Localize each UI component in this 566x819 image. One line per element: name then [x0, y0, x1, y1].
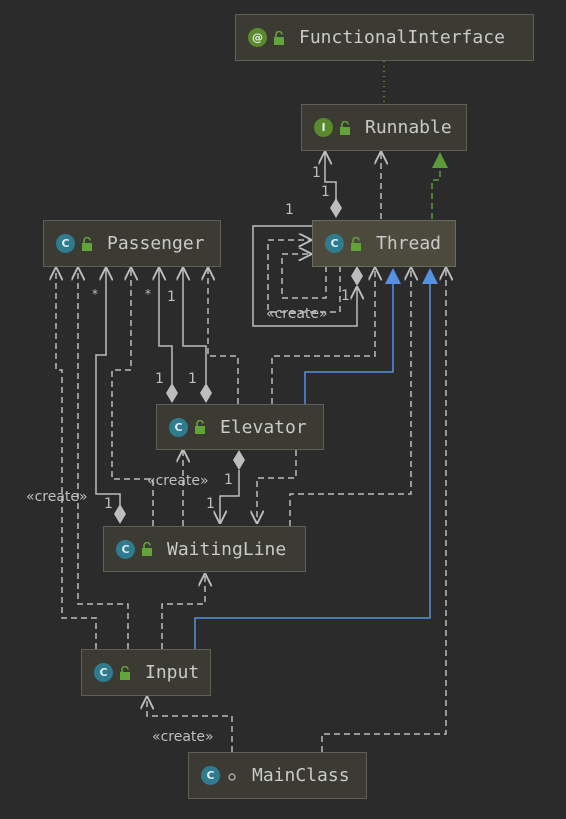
edge-input-passenger-dep-b — [78, 267, 129, 649]
unlocked-icon — [82, 236, 92, 251]
diamond-thread-self — [351, 266, 363, 286]
multiplicity-label: 1 — [188, 371, 197, 387]
node-passenger[interactable]: C Passenger — [43, 220, 221, 267]
edge-elevator-passenger-dep — [208, 267, 239, 404]
multiplicity-label: 1 — [224, 472, 233, 488]
interface-icon: I — [314, 118, 333, 137]
edge-elevator-passenger-a — [159, 267, 173, 384]
node-name: Thread — [376, 233, 442, 254]
edge-mainclass-thread-dep — [321, 267, 446, 752]
node-runnable[interactable]: I Runnable — [301, 104, 467, 151]
arrowhead-input-thread — [422, 268, 438, 284]
node-main-class[interactable]: C MainClass — [188, 752, 367, 799]
node-name: Passenger — [107, 233, 205, 254]
multiplicity-label: 1 — [312, 165, 321, 181]
diamond-waitingline-passenger — [114, 504, 126, 524]
main-class-icon: C — [201, 766, 220, 785]
unlocked-icon — [195, 420, 205, 434]
edge-thread-implements-runnable — [431, 168, 441, 219]
multiplicity-label: 1 — [104, 496, 113, 512]
diamond-elevator-passenger-b — [200, 383, 212, 403]
node-elevator[interactable]: C Elevator — [156, 404, 324, 450]
node-functional-interface[interactable]: @ FunctionalInterface — [235, 14, 534, 61]
node-name: Elevator — [220, 416, 307, 438]
create-label: «create» — [26, 489, 88, 505]
class-icon: C — [169, 417, 188, 437]
class-icon: C — [94, 663, 113, 682]
diamond-elevator-passenger-a — [166, 383, 178, 403]
edge-input-waitingline-dep — [161, 573, 205, 649]
node-waiting-line[interactable]: C WaitingLine — [103, 526, 306, 572]
multiplicity-label: 1 — [206, 496, 215, 512]
diamond-thread-runnable — [330, 198, 342, 218]
class-icon: C — [116, 539, 135, 559]
unlocked-icon — [340, 120, 350, 135]
multiplicity-label: 1 — [341, 288, 350, 304]
uml-diagram: @ FunctionalInterface I Runnable C Passe… — [0, 0, 566, 819]
node-name: Input — [145, 662, 200, 683]
multiplicity-label: * — [92, 287, 98, 301]
edge-input-passenger-dep-a — [56, 267, 97, 649]
edge-waitingline-passenger-assoc — [95, 267, 121, 506]
node-name: FunctionalInterface — [299, 27, 505, 48]
node-thread[interactable]: C Thread — [312, 220, 456, 267]
node-name: MainClass — [252, 765, 350, 786]
multiplicity-label: 1 — [167, 289, 176, 305]
class-icon: C — [325, 234, 344, 253]
arrowhead-elevator-thread — [385, 268, 401, 284]
multiplicity-label: 1 — [155, 371, 164, 387]
edge-elevator-passenger-b — [183, 267, 207, 384]
node-input[interactable]: C Input — [81, 649, 211, 696]
unlocked-icon — [351, 236, 361, 251]
unlocked-icon — [142, 542, 152, 556]
create-label: «create» — [147, 473, 209, 489]
multiplicity-label: 1 — [321, 184, 330, 200]
unlocked-icon — [120, 665, 130, 680]
create-label: «create» — [152, 729, 214, 745]
node-name: Runnable — [365, 117, 452, 138]
diamond-elevator-waitingline — [233, 450, 245, 470]
create-label: «create» — [266, 306, 328, 322]
multiplicity-label: 1 — [285, 202, 294, 218]
package-private-icon — [228, 772, 236, 781]
multiplicity-label: * — [145, 287, 151, 301]
unlocked-icon — [274, 30, 284, 45]
node-name: WaitingLine — [167, 538, 287, 560]
edge-elevator-thread-dep — [271, 267, 375, 404]
arrowhead-implements — [432, 152, 448, 168]
class-icon: C — [56, 234, 75, 253]
edge-input-extends-thread — [194, 284, 431, 649]
annotation-icon: @ — [248, 28, 267, 47]
